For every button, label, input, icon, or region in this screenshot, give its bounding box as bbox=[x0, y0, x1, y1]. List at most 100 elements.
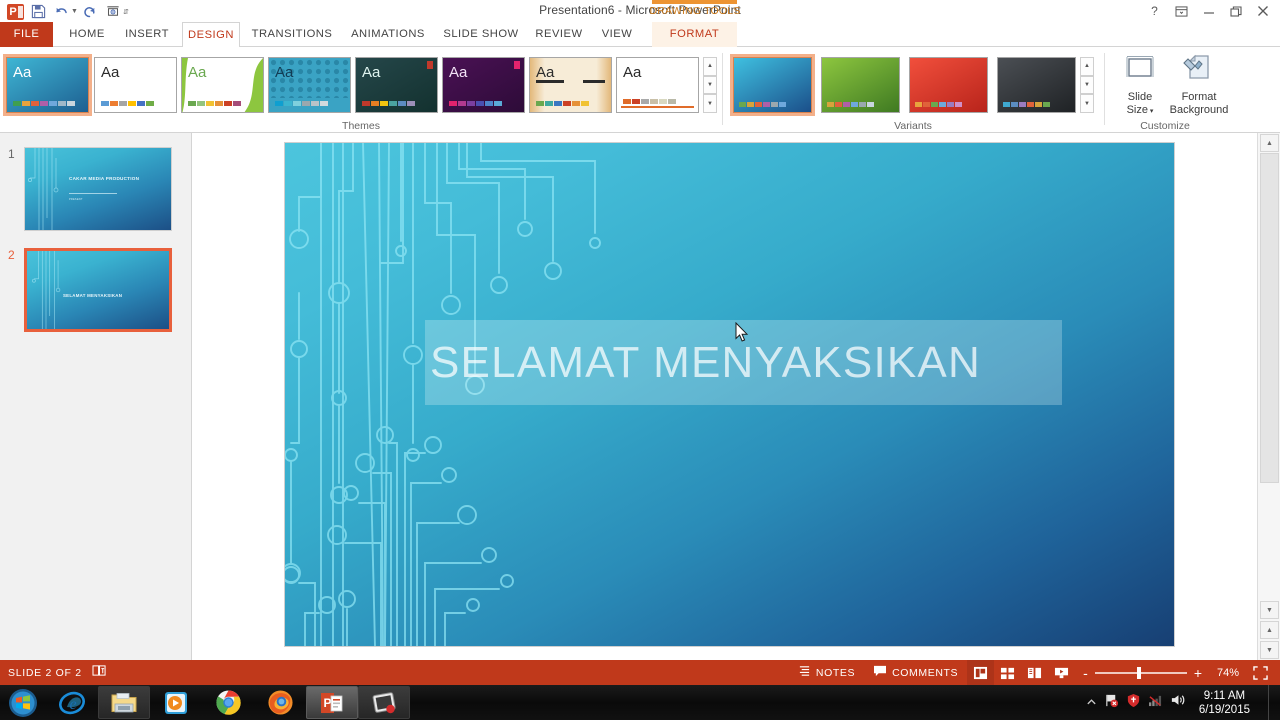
language-icon[interactable] bbox=[92, 664, 107, 682]
scroll-down-button[interactable]: ▼ bbox=[1260, 601, 1279, 619]
theme-badge-tan[interactable]: Aa bbox=[529, 57, 612, 113]
next-slide-button[interactable]: ▼ bbox=[1260, 641, 1279, 659]
variant-swatches bbox=[915, 102, 962, 107]
show-hidden-icons-icon[interactable] bbox=[1086, 694, 1097, 712]
theme-ion-dark-teal[interactable]: Aa bbox=[355, 57, 438, 113]
slide-title-text: SELAMAT MENYAKSIKAN bbox=[430, 337, 981, 387]
format-background-label-line2: Background bbox=[1169, 104, 1229, 116]
zoom-in-button[interactable]: + bbox=[1194, 665, 1202, 681]
fit-slide-to-window-icon[interactable] bbox=[1247, 660, 1274, 685]
clock-date: 6/19/2015 bbox=[1198, 703, 1250, 716]
windows-media-player-icon[interactable] bbox=[150, 686, 202, 719]
zoom-control[interactable]: - + 74% bbox=[1075, 665, 1247, 681]
slide-number: 1 bbox=[8, 147, 15, 161]
comments-button[interactable]: COMMENTS bbox=[864, 660, 967, 685]
theme-facet-blue[interactable]: Aa bbox=[3, 54, 92, 116]
ribbon-display-options-icon[interactable] bbox=[1168, 1, 1195, 22]
antivirus-shield-icon[interactable] bbox=[1126, 693, 1141, 713]
vertical-scrollbar[interactable]: ▲ ▼ ▲ ▼ bbox=[1257, 133, 1280, 660]
themes-scroll-up-button[interactable]: ▲ bbox=[703, 57, 717, 76]
slide-editing-stage: SELAMAT MENYAKSIKAN bbox=[192, 133, 1257, 660]
notes-button[interactable]: NOTES bbox=[789, 660, 864, 685]
variants-group-label: Variants bbox=[894, 120, 932, 132]
slide-mini-circuit-icon bbox=[28, 148, 59, 230]
tab-view[interactable]: VIEW bbox=[594, 22, 640, 47]
theme-ion-purple[interactable]: Aa bbox=[442, 57, 525, 113]
tab-slide-show[interactable]: SLIDE SHOW bbox=[438, 22, 524, 47]
comments-icon bbox=[873, 665, 887, 680]
status-bar-left: SLIDE 2 OF 2 bbox=[0, 664, 107, 682]
zoom-level-label[interactable]: 74% bbox=[1209, 667, 1239, 679]
theme-facet-green[interactable]: Aa bbox=[181, 57, 264, 113]
slide-title-placeholder[interactable]: SELAMAT MENYAKSIKAN bbox=[425, 320, 1062, 405]
variant-green[interactable] bbox=[821, 57, 900, 113]
slide-thumbnail-1[interactable]: 1 CAKAR MEDIA PRODUCTION PRESENT bbox=[8, 147, 172, 231]
mozilla-firefox-icon[interactable] bbox=[254, 686, 306, 719]
tab-transitions[interactable]: TRANSITIONS bbox=[246, 22, 338, 47]
reading-view-button[interactable] bbox=[1021, 660, 1048, 685]
themes-scroll-down-button[interactable]: ▼ bbox=[703, 75, 717, 95]
svg-text:e: e bbox=[70, 696, 77, 713]
status-bar-right: NOTES COMMENTS - + 74% bbox=[789, 660, 1274, 685]
restore-icon[interactable] bbox=[1222, 1, 1249, 22]
slide-size-label-line1: Slide bbox=[1127, 91, 1153, 103]
tab-file[interactable]: FILE bbox=[0, 22, 53, 47]
slide-mini-title: CAKAR MEDIA PRODUCTION bbox=[69, 176, 140, 181]
network-icon[interactable] bbox=[1148, 694, 1163, 712]
format-background-button[interactable]: Format Background bbox=[1165, 53, 1233, 121]
flag-action-center-icon[interactable] bbox=[1104, 693, 1119, 713]
tab-home[interactable]: HOME bbox=[58, 22, 116, 47]
windows-start-orb-icon[interactable] bbox=[0, 686, 46, 720]
variant-dark[interactable] bbox=[997, 57, 1076, 113]
variant-swatches bbox=[739, 102, 786, 107]
zoom-out-button[interactable]: - bbox=[1083, 665, 1088, 681]
normal-view-button[interactable] bbox=[967, 660, 995, 685]
minimize-icon[interactable] bbox=[1195, 1, 1222, 22]
theme-wisp-pattern[interactable]: Aa bbox=[268, 57, 351, 113]
tab-animations[interactable]: ANIMATIONS bbox=[342, 22, 434, 47]
powerpoint-taskbar-icon[interactable]: P bbox=[306, 686, 358, 719]
theme-swatches bbox=[13, 101, 75, 106]
theme-swatches bbox=[536, 101, 589, 106]
variants-scroll-buttons: ▲ ▼ ▼ bbox=[1080, 57, 1094, 114]
variant-red[interactable] bbox=[909, 57, 988, 113]
internet-explorer-icon[interactable]: e bbox=[46, 686, 98, 719]
tab-design[interactable]: DESIGN bbox=[182, 22, 240, 48]
scrollbar-thumb[interactable] bbox=[1260, 153, 1279, 483]
show-desktop-button[interactable] bbox=[1268, 685, 1280, 720]
variant-blue[interactable] bbox=[730, 54, 815, 116]
slide-number: 2 bbox=[8, 248, 15, 262]
current-slide[interactable]: SELAMAT MENYAKSIKAN bbox=[285, 143, 1174, 646]
variants-scroll-down-button[interactable]: ▼ bbox=[1080, 75, 1094, 95]
screen-recorder-icon[interactable] bbox=[358, 686, 410, 719]
themes-more-button[interactable]: ▼ bbox=[703, 94, 717, 114]
notes-label: NOTES bbox=[815, 666, 856, 679]
variants-more-button[interactable]: ▼ bbox=[1080, 94, 1094, 114]
tab-review[interactable]: REVIEW bbox=[528, 22, 590, 47]
zoom-slider-thumb[interactable] bbox=[1136, 666, 1141, 679]
clock[interactable]: 9:11 AM 6/19/2015 bbox=[1193, 689, 1250, 717]
theme-banded-white[interactable]: Aa bbox=[616, 57, 699, 113]
slides-thumbnail-panel[interactable]: 1 CAKAR MEDIA PRODUCTION PRESENT 2 SELAM… bbox=[0, 133, 192, 660]
clock-time: 9:11 AM bbox=[1203, 689, 1246, 702]
volume-icon[interactable] bbox=[1170, 693, 1186, 712]
file-explorer-icon[interactable] bbox=[98, 686, 150, 719]
zoom-slider-track[interactable] bbox=[1094, 666, 1187, 679]
slideshow-button[interactable] bbox=[1048, 660, 1075, 685]
scroll-up-button[interactable]: ▲ bbox=[1260, 134, 1279, 152]
close-icon[interactable] bbox=[1249, 1, 1276, 22]
tab-format[interactable]: FORMAT bbox=[652, 22, 737, 47]
slide-count-label[interactable]: SLIDE 2 OF 2 bbox=[8, 667, 82, 679]
ribbon-group-themes: Aa Aa Aa Aa Aa Aa Aa Aa ▲ ▼ ▼ Themes bbox=[0, 47, 722, 133]
google-chrome-icon[interactable] bbox=[202, 686, 254, 719]
status-bar: SLIDE 2 OF 2 NOTES COMMENTS - + 74% bbox=[0, 660, 1280, 685]
slide-thumbnail-2[interactable]: 2 SELAMAT MENYAKSIKAN bbox=[8, 248, 172, 332]
slide-sorter-button[interactable] bbox=[994, 660, 1021, 685]
tab-insert[interactable]: INSERT bbox=[118, 22, 176, 47]
theme-office[interactable]: Aa bbox=[94, 57, 177, 113]
previous-slide-button[interactable]: ▲ bbox=[1260, 621, 1279, 639]
help-icon[interactable]: ? bbox=[1141, 1, 1168, 22]
ribbon-tab-strip: FILE HOME INSERT DESIGN TRANSITIONS ANIM… bbox=[0, 22, 1280, 48]
variants-scroll-up-button[interactable]: ▲ bbox=[1080, 57, 1094, 76]
slide-size-button[interactable]: Slide Size ▾ bbox=[1109, 53, 1171, 121]
